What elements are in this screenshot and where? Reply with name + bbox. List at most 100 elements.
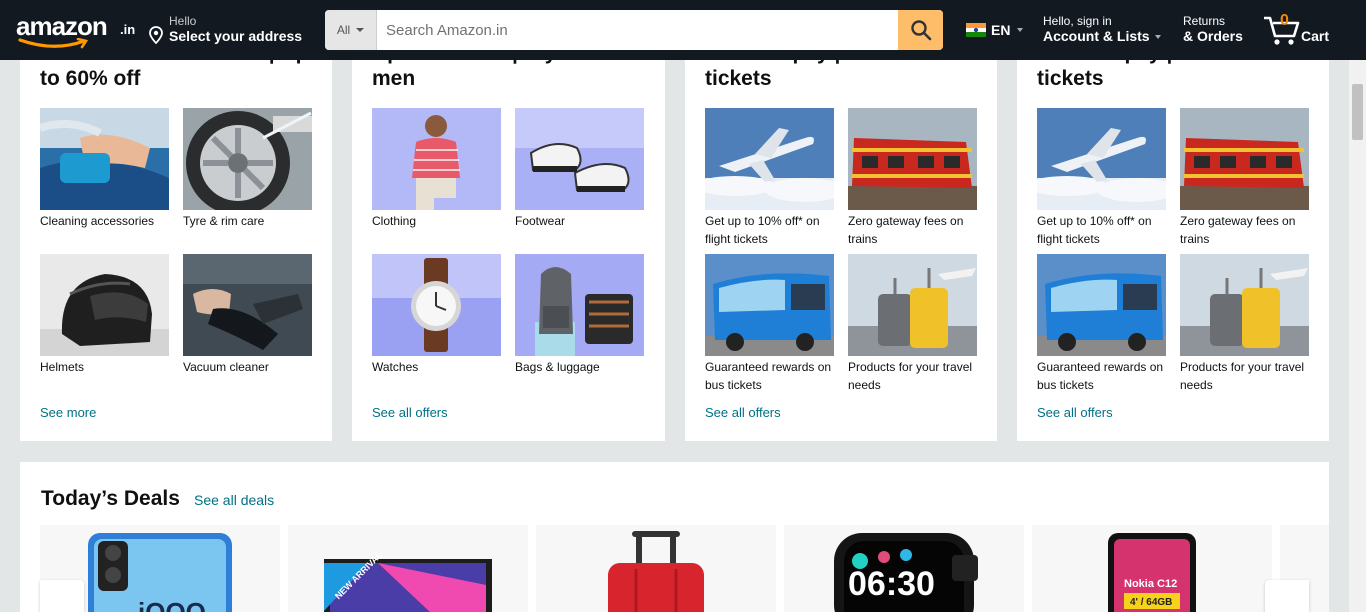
travel-tickets-card: Amazon pay | Book travel tickets Get up … <box>685 36 997 441</box>
logo-tld: .in <box>120 22 136 37</box>
todays-deals-section: Today’s Deals See all deals iQOO NEW ARR… <box>20 462 1329 612</box>
account-label: Account & Lists <box>1043 28 1150 44</box>
tile-caption: Get up to 10% off* on flight tickets <box>705 214 820 246</box>
language-selector[interactable]: EN <box>966 22 1024 38</box>
tile-flight-tickets[interactable]: Get up to 10% off* on flight tickets <box>1037 108 1166 254</box>
see-all-offers-link[interactable]: See all offers <box>1037 405 1113 420</box>
tile-caption: Helmets <box>40 360 85 374</box>
cart-count: 0 <box>1280 12 1289 29</box>
language-label: EN <box>991 22 1011 38</box>
chevron-down-icon <box>356 28 365 32</box>
deal-label-3: 06:30 <box>848 565 935 603</box>
tile-footwear[interactable]: Footwear <box>515 108 644 254</box>
bags-luggage-image <box>515 254 644 356</box>
see-all-offers-link[interactable]: See all offers <box>372 405 448 420</box>
search-input[interactable] <box>377 10 898 50</box>
vacuum-cleaner-image <box>183 254 312 356</box>
airplane-image <box>1037 108 1166 210</box>
search-icon <box>910 20 931 41</box>
tile-caption: Zero gateway fees on trains <box>848 214 964 246</box>
tile-bus-tickets[interactable]: Guaranteed rewards on bus tickets <box>1037 254 1166 400</box>
tile-travel-products[interactable]: Products for your travel needs <box>848 254 977 400</box>
train-image <box>1180 108 1309 210</box>
tile-tyre-rim-care[interactable]: Tyre & rim care <box>183 108 312 254</box>
logo-wordmark: amazon <box>16 11 108 41</box>
laptop-image: NEW ARRIVAL <box>324 550 492 612</box>
deal-spec-4: 4' / 64GB <box>1130 597 1172 608</box>
returns-line1: Returns <box>1183 14 1226 28</box>
cart-button[interactable]: 0 Cart <box>1262 12 1332 48</box>
deal-label-4: Nokia C12 <box>1124 578 1177 590</box>
tile-bus-tickets[interactable]: Guaranteed rewards on bus tickets <box>705 254 834 400</box>
smartwatch-image: 06:30 <box>834 533 978 612</box>
automotive-card: Automotive essentials | Up to 60% off Cl… <box>20 36 332 441</box>
deals-title: Today’s Deals <box>41 487 180 510</box>
see-all-offers-link[interactable]: See all offers <box>705 405 781 420</box>
tile-caption: Footwear <box>515 214 566 228</box>
search-button[interactable] <box>898 10 943 50</box>
tile-caption: Guaranteed rewards on bus tickets <box>1037 360 1164 392</box>
scrollbar-thumb[interactable] <box>1352 84 1363 140</box>
top-nav-bar: amazon .in Hello Select your address All <box>0 0 1366 60</box>
tile-travel-products[interactable]: Products for your travel needs <box>1180 254 1309 400</box>
location-pin-icon <box>149 26 163 44</box>
tile-cleaning-accessories[interactable]: Cleaning accessories <box>40 108 169 254</box>
page-scrollbar[interactable] <box>1349 60 1366 612</box>
tile-flight-tickets[interactable]: Get up to 10% off* on flight tickets <box>705 108 834 254</box>
account-greeting: Hello, sign in <box>1043 14 1112 28</box>
tile-bags-luggage[interactable]: Bags & luggage <box>515 254 644 400</box>
logo-smile-icon <box>18 38 89 49</box>
tile-caption: Tyre & rim care <box>183 214 265 228</box>
deal-item-nokia-phone[interactable]: Nokia C12 4' / 64GB <box>1032 525 1272 612</box>
address-cta: Select your address <box>169 28 303 44</box>
search-bar: All <box>325 10 943 50</box>
deal-item-laptop[interactable]: NEW ARRIVAL <box>288 525 528 612</box>
deal-item-smartwatch[interactable]: 06:30 <box>784 525 1024 612</box>
tile-train-tickets[interactable]: Zero gateway fees on trains <box>848 108 977 254</box>
search-category-dropdown[interactable]: All <box>325 10 377 50</box>
tile-caption: Vacuum cleaner <box>183 360 269 374</box>
luggage-image <box>1180 254 1309 356</box>
watches-image <box>372 254 501 356</box>
cleaning-accessories-image <box>40 108 169 210</box>
chevron-down-icon <box>1155 35 1162 40</box>
cart-label: Cart <box>1301 28 1330 44</box>
bus-image <box>1037 254 1166 356</box>
tile-vacuum-cleaner[interactable]: Vacuum cleaner <box>183 254 312 400</box>
amazon-logo[interactable]: amazon .in <box>10 8 138 50</box>
carousel-prev-button[interactable] <box>40 580 84 612</box>
tile-caption: Cleaning accessories <box>40 214 155 228</box>
tile-caption: Bags & luggage <box>515 360 600 374</box>
see-all-deals-link[interactable]: See all deals <box>194 492 274 508</box>
tile-helmets[interactable]: Helmets <box>40 254 169 400</box>
styles-for-men-card: Up to 60% off | Styles for men Clothing <box>352 36 665 441</box>
account-lists-menu[interactable]: Hello, sign in Account & Lists <box>1043 14 1162 44</box>
tyre-rim-care-image <box>183 108 312 210</box>
luggage-image <box>848 254 977 356</box>
clothing-image <box>372 108 501 210</box>
tile-caption: Watches <box>372 360 419 374</box>
helmets-image <box>40 254 169 356</box>
deal-label-0: iQOO <box>138 597 206 612</box>
deliver-to-address[interactable]: Hello Select your address <box>145 10 302 50</box>
bus-image <box>705 254 834 356</box>
tile-clothing[interactable]: Clothing <box>372 108 501 254</box>
nokia-phone-image: Nokia C12 4' / 64GB <box>1108 533 1196 612</box>
tile-caption: Clothing <box>372 214 417 228</box>
address-greeting: Hello <box>169 14 197 28</box>
tile-caption: Products for your travel needs <box>848 360 973 392</box>
tile-caption: Zero gateway fees on trains <box>1180 214 1296 246</box>
carousel-next-button[interactable] <box>1265 580 1309 612</box>
airplane-image <box>705 108 834 210</box>
search-category-label: All <box>336 23 351 37</box>
train-image <box>848 108 977 210</box>
tile-watches[interactable]: Watches <box>372 254 501 400</box>
tile-caption: Guaranteed rewards on bus tickets <box>705 360 832 392</box>
deal-item-luggage[interactable] <box>536 525 776 612</box>
chevron-down-icon <box>1017 28 1024 32</box>
tile-train-tickets[interactable]: Zero gateway fees on trains <box>1180 108 1309 254</box>
red-suitcase-image <box>608 531 704 612</box>
returns-orders-link[interactable]: Returns & Orders <box>1183 14 1243 44</box>
see-more-link[interactable]: See more <box>40 405 96 420</box>
tile-caption: Products for your travel needs <box>1180 360 1305 392</box>
